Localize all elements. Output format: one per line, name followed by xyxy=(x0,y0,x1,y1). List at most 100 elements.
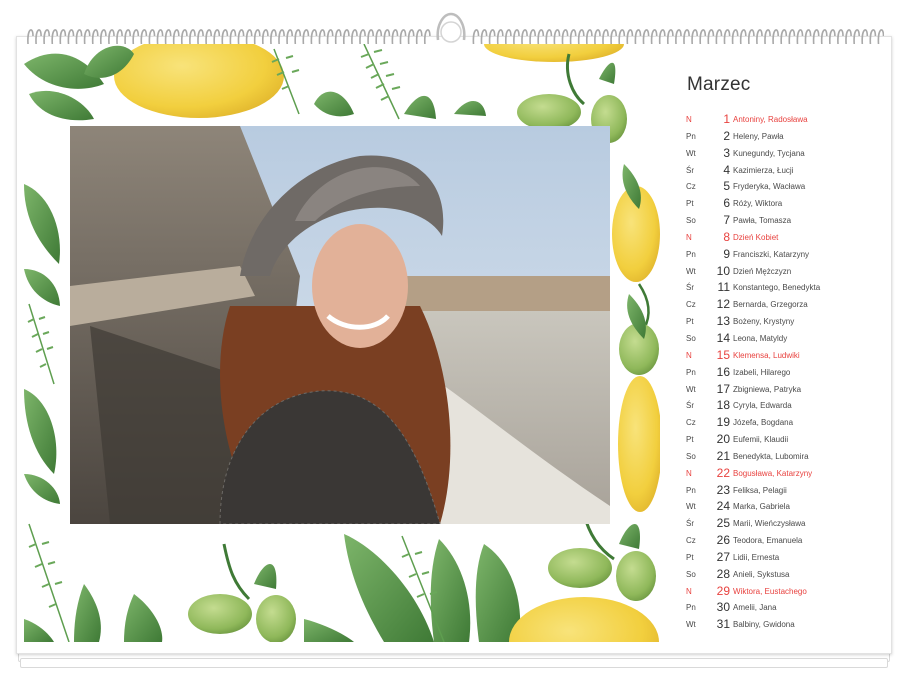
spiral-loop xyxy=(569,29,577,45)
day-number: 15 xyxy=(716,347,730,362)
day-number: 19 xyxy=(716,415,730,430)
day-row: Pt 6 Róży, Wiktora xyxy=(686,196,886,213)
name-day-label: Klemensa, Ludwiki xyxy=(733,350,800,360)
spiral-loop xyxy=(667,29,674,45)
spiral-loop xyxy=(553,29,561,45)
spiral-loop xyxy=(505,29,512,45)
spiral-loop xyxy=(91,29,99,45)
spiral-loop xyxy=(739,29,747,45)
spiral-loop xyxy=(318,29,326,45)
name-day-label: Bożeny, Krystyny xyxy=(733,317,795,327)
day-of-week-label: Cz xyxy=(686,182,696,192)
spiral-loop xyxy=(59,29,67,45)
day-of-week-label: Cz xyxy=(686,300,696,310)
name-day-label: Józefa, Bogdana xyxy=(733,418,794,428)
spiral-loop xyxy=(391,29,399,45)
name-day-label: Wiktora, Eustachego xyxy=(733,586,807,596)
spiral-loop xyxy=(197,29,204,45)
day-row: Wt 31 Balbiny, Gwidona xyxy=(686,617,886,634)
day-row: Śr 25 Marii, Wieńczysława xyxy=(686,516,886,533)
spiral-loop xyxy=(699,29,707,45)
spiral-loop xyxy=(496,29,504,45)
spiral-loop xyxy=(642,29,650,45)
day-of-week-label: So xyxy=(686,333,696,343)
spiral-loop xyxy=(278,29,285,45)
day-number: 13 xyxy=(716,314,730,329)
day-row: Pt 13 Bożeny, Krystyny xyxy=(686,314,886,331)
day-number: 28 xyxy=(716,566,730,581)
day-of-week-label: Pn xyxy=(686,131,696,141)
day-row: Cz 12 Bernarda, Grzegorza xyxy=(686,297,886,314)
spiral-loop xyxy=(545,29,553,45)
spiral-loop xyxy=(27,29,34,45)
lemon-icon xyxy=(484,44,624,62)
spiral-loop xyxy=(221,29,229,45)
spiral-loop xyxy=(205,29,212,45)
day-of-week-label: So xyxy=(686,451,696,461)
spiral-loop xyxy=(577,29,585,45)
spiral-loop xyxy=(262,29,269,45)
spiral-loop xyxy=(658,29,666,45)
day-of-week-label: Wt xyxy=(686,148,696,158)
olive-icon xyxy=(188,543,296,642)
spiral-loop xyxy=(845,29,852,45)
spiral-loop xyxy=(772,29,779,45)
day-row: Pn 23 Feliksa, Pelagii xyxy=(686,483,886,500)
day-of-week-label: Pn xyxy=(686,603,696,613)
day-row: Wt 3 Kunegundy, Tycjana xyxy=(686,146,886,163)
day-row: Pn 30 Amelii, Jana xyxy=(686,600,886,617)
name-day-label: Marii, Wieńczysława xyxy=(733,519,806,529)
day-number: 3 xyxy=(723,145,730,160)
day-number: 9 xyxy=(723,246,730,261)
spiral-loop xyxy=(675,29,682,45)
spiral-loop xyxy=(837,29,844,45)
spiral-loop xyxy=(286,29,293,45)
spiral-loop xyxy=(764,29,771,45)
spiral-loop xyxy=(796,29,804,45)
name-day-label: Izabeli, Hilarego xyxy=(733,367,791,377)
day-of-week-label: Śr xyxy=(686,401,694,411)
spiral-loop xyxy=(756,29,763,45)
olive-icon xyxy=(548,513,656,601)
day-number: 29 xyxy=(716,583,730,598)
spiral-loop xyxy=(270,29,277,45)
hanger-hook-icon xyxy=(436,12,466,43)
spiral-loop xyxy=(75,29,83,45)
day-row: N 8 Dzień Kobiet xyxy=(686,230,886,247)
spiral-loop xyxy=(245,29,253,45)
spiral-loop xyxy=(229,29,237,45)
spiral-loop xyxy=(399,29,407,45)
spiral-loop xyxy=(472,29,480,45)
spiral-loop xyxy=(586,29,593,45)
day-of-week-label: N xyxy=(686,350,692,360)
day-number: 14 xyxy=(716,330,730,345)
name-day-label: Pawła, Tomasza xyxy=(733,216,792,226)
spiral-loop xyxy=(683,29,690,45)
day-of-week-label: Śr xyxy=(686,283,694,293)
spiral-loop xyxy=(181,29,188,45)
day-row: Pn 2 Heleny, Pawła xyxy=(686,129,886,146)
spiral-loop xyxy=(634,29,642,45)
spiral-loop xyxy=(156,29,164,45)
day-row: So 14 Leona, Matyldy xyxy=(686,331,886,348)
day-of-week-label: Wt xyxy=(686,620,696,630)
day-number: 4 xyxy=(723,162,730,177)
spiral-loop xyxy=(707,29,715,45)
day-number: 24 xyxy=(716,499,730,514)
spiral-loop xyxy=(310,29,318,45)
day-of-week-label: Śr xyxy=(686,519,694,529)
spiral-loop xyxy=(43,29,50,45)
spiral-loop xyxy=(513,29,520,45)
day-number: 7 xyxy=(723,213,730,228)
day-number: 26 xyxy=(716,533,730,548)
spiral-loop xyxy=(237,29,245,45)
day-number: 5 xyxy=(723,179,730,194)
day-of-week-label: So xyxy=(686,216,696,226)
day-number: 21 xyxy=(716,448,730,463)
name-day-label: Róży, Wiktora xyxy=(733,199,783,209)
spiral-loop xyxy=(877,29,884,45)
day-of-week-label: N xyxy=(686,232,692,242)
name-day-label: Benedykta, Lubomira xyxy=(733,451,809,461)
name-day-label: Bogusława, Katarzyny xyxy=(733,468,813,478)
day-of-week-label: Wt xyxy=(686,384,696,394)
